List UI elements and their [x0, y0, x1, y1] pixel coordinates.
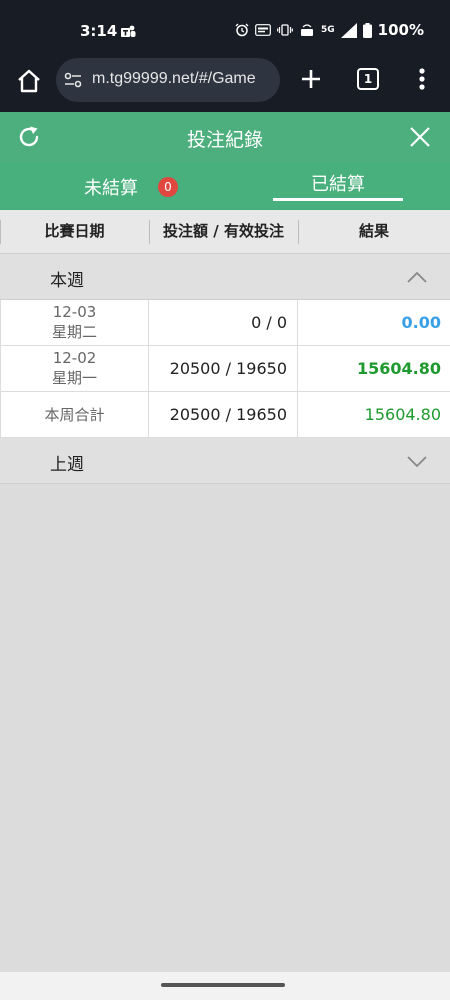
tab-unsettled[interactable]: 未結算 0: [0, 162, 225, 210]
row-date: 12-03: [52, 303, 97, 321]
home-icon[interactable]: [14, 66, 44, 96]
row-result: 0.00: [401, 313, 441, 332]
volte-icon: [301, 24, 313, 36]
status-time: 3:14: [80, 22, 118, 40]
total-label: 本周合計: [0, 392, 149, 438]
status-bar: 3:14 5G 100%: [0, 0, 450, 56]
site-settings-icon[interactable]: [64, 72, 82, 88]
tab-unsettled-label: 未結算: [84, 178, 138, 199]
new-tab-icon[interactable]: [298, 66, 324, 92]
address-bar[interactable]: m.tg99999.net/#/Game: [56, 58, 280, 102]
total-amount: 20500 / 19650: [149, 392, 298, 438]
row-date: 12-02: [52, 349, 97, 367]
teams-icon: [121, 25, 136, 37]
column-header-date: 比賽日期: [44, 222, 105, 240]
tab-bar: 未結算 0 已結算: [0, 162, 450, 210]
url-text: m.tg99999.net/#/Game: [92, 70, 256, 87]
table-row: 12-02 星期一 20500 / 19650 15604.80: [0, 346, 450, 392]
page-title: 投注紀錄: [186, 129, 263, 151]
alarm-icon: [235, 23, 249, 37]
date-cell: 12-03 星期二: [0, 300, 149, 346]
status-icons: 5G 100%: [235, 21, 424, 39]
unsettled-count-badge: 0: [158, 177, 178, 197]
row-amount: 20500 / 19650: [149, 346, 298, 392]
close-icon[interactable]: [408, 125, 432, 149]
signal-icon: [340, 22, 357, 38]
section-this-week-label: 本週: [50, 271, 84, 291]
total-row: 本周合計 20500 / 19650 15604.80: [0, 392, 450, 438]
tab-settled[interactable]: 已結算: [225, 162, 450, 210]
row-weekday: 星期二: [51, 323, 97, 341]
table-row: 12-03 星期二 0 / 0 0.00: [0, 300, 450, 346]
row-weekday: 星期一: [51, 369, 97, 387]
battery-icon: [362, 22, 372, 38]
app-header: 投注紀錄: [0, 112, 450, 162]
more-menu-icon[interactable]: [414, 66, 430, 92]
home-gesture-handle[interactable]: [161, 983, 285, 987]
section-last-week-label: 上週: [50, 455, 84, 475]
gesture-nav-bar: [0, 972, 450, 1000]
chevron-up-icon[interactable]: [406, 270, 428, 284]
table-header: 比賽日期 投注額 / 有效投注 結果: [0, 210, 450, 254]
column-header-amount: 投注額 / 有效投注: [163, 222, 284, 240]
chevron-down-icon[interactable]: [406, 454, 428, 468]
section-this-week[interactable]: 本週: [0, 254, 450, 300]
tab-settled-label: 已結算: [311, 174, 365, 195]
network-type: 5G: [321, 25, 335, 35]
section-last-week[interactable]: 上週: [0, 438, 450, 484]
row-amount: 0 / 0: [149, 300, 298, 346]
auto-icon: [255, 24, 271, 36]
browser-toolbar: m.tg99999.net/#/Game 1: [0, 56, 450, 112]
battery-percentage: 100%: [377, 21, 424, 39]
tab-switcher-button[interactable]: 1: [357, 68, 379, 90]
total-result: 15604.80: [364, 405, 441, 424]
active-tab-indicator: [273, 198, 403, 201]
row-result: 15604.80: [356, 359, 441, 378]
bet-records-table: 12-03 星期二 0 / 0 0.00 12-02 星期一 20500 / 1…: [0, 300, 450, 438]
column-header-result: 結果: [358, 222, 389, 240]
date-cell: 12-02 星期一: [0, 346, 149, 392]
vibrate-icon: [277, 24, 293, 36]
